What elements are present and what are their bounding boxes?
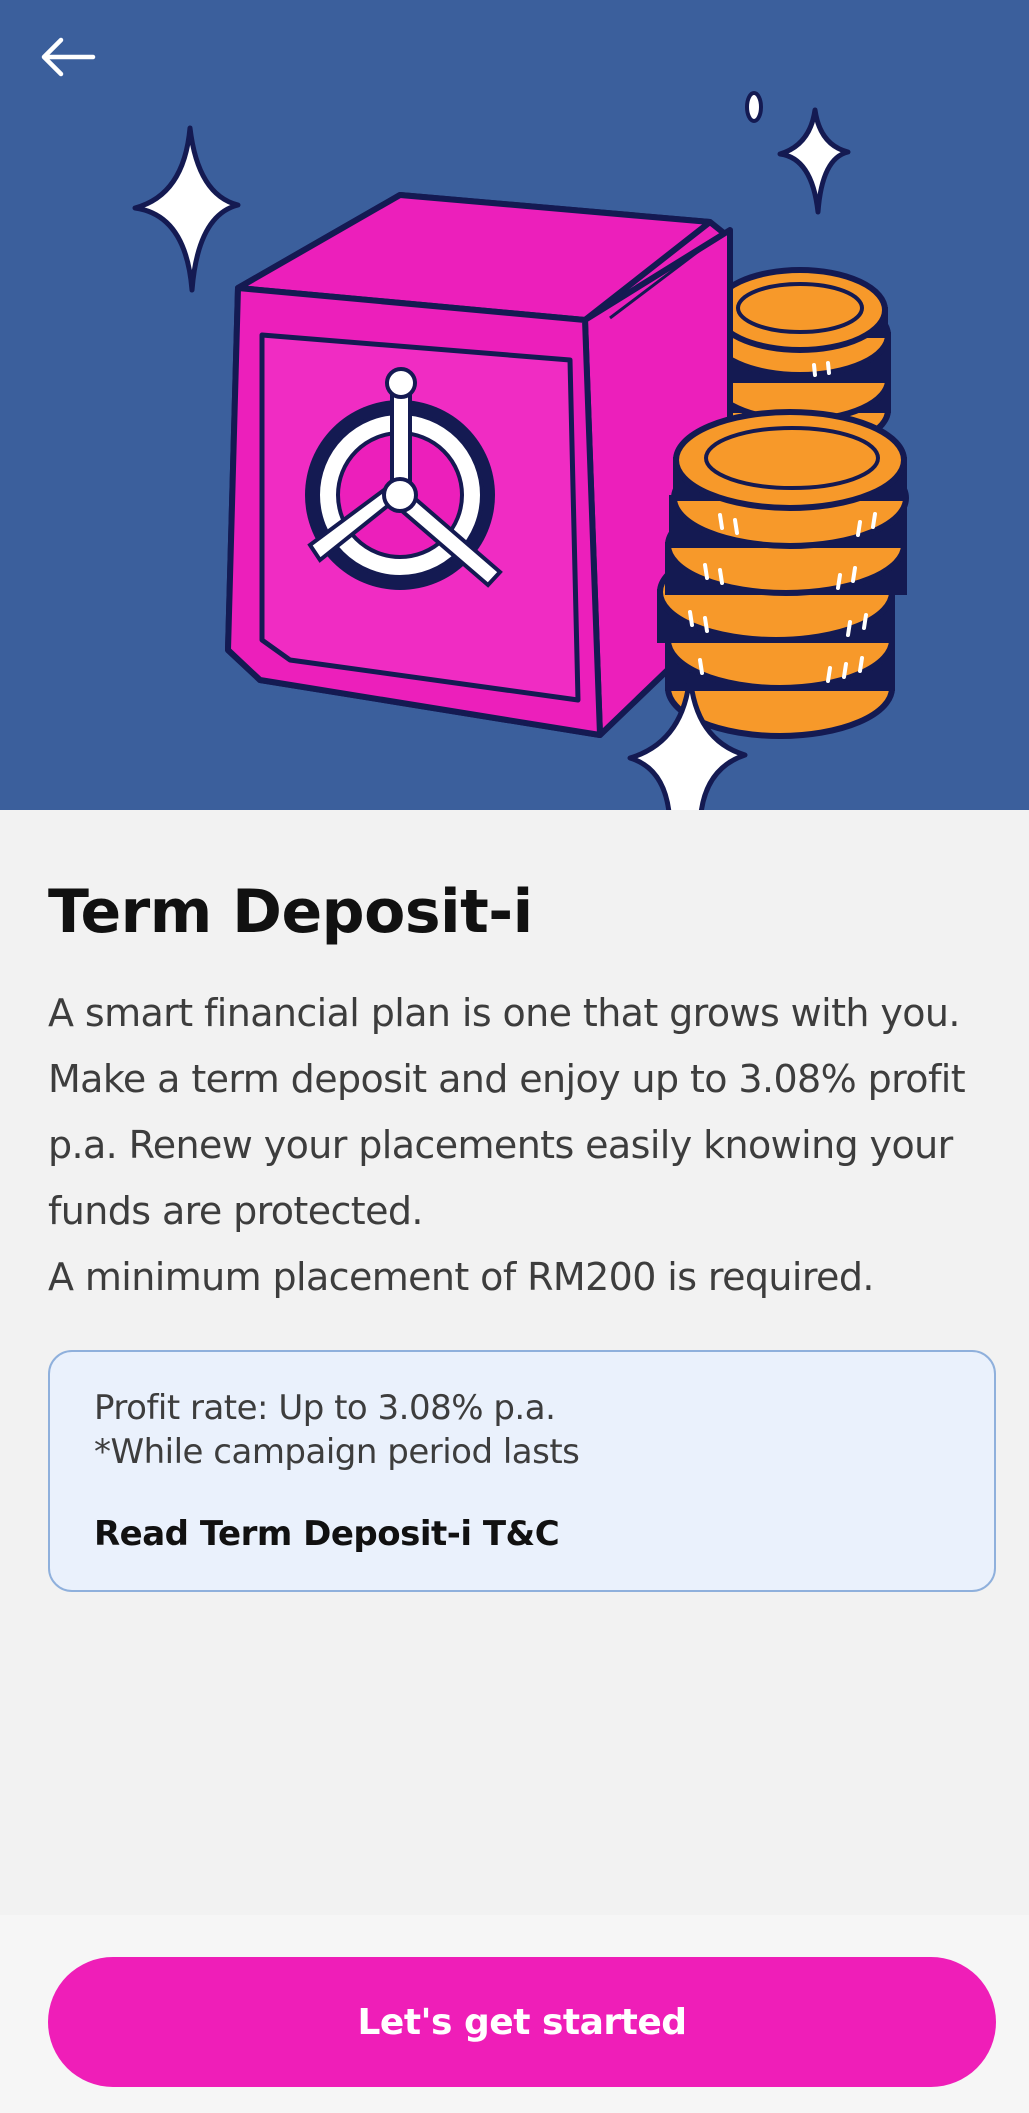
main-content: Term Deposit-i A smart financial plan is… — [48, 810, 998, 1592]
page-title: Term Deposit-i — [48, 877, 533, 947]
get-started-button[interactable]: Let's get started — [48, 1957, 996, 2087]
product-description: A smart financial plan is one that grows… — [48, 980, 1008, 1310]
footer-bar: Let's get started — [0, 1915, 1029, 2113]
profit-rate-text: Profit rate: Up to 3.08% p.a. — [94, 1388, 556, 1428]
minimum-placement-note: A minimum placement of RM200 is required… — [48, 1255, 874, 1299]
description-line: A smart financial plan is one that grows… — [48, 991, 960, 1035]
back-button[interactable] — [28, 22, 108, 92]
description-line: funds are protected. — [48, 1189, 423, 1233]
description-line: p.a. Renew your placements easily knowin… — [48, 1123, 953, 1167]
hero-banner — [0, 0, 1029, 810]
description-line: Make a term deposit and enjoy up to 3.08… — [48, 1057, 966, 1101]
terms-and-conditions-link[interactable]: Read Term Deposit-i T&C — [94, 1512, 560, 1556]
profit-rate-info-box: Profit rate: Up to 3.08% p.a. *While cam… — [48, 1350, 996, 1592]
safe-with-coins-illustration — [132, 91, 909, 810]
term-deposit-intro-screen: Term Deposit-i A smart financial plan is… — [0, 0, 1029, 2113]
arrow-left-icon — [41, 37, 96, 77]
campaign-note: *While campaign period lasts — [94, 1432, 580, 1472]
